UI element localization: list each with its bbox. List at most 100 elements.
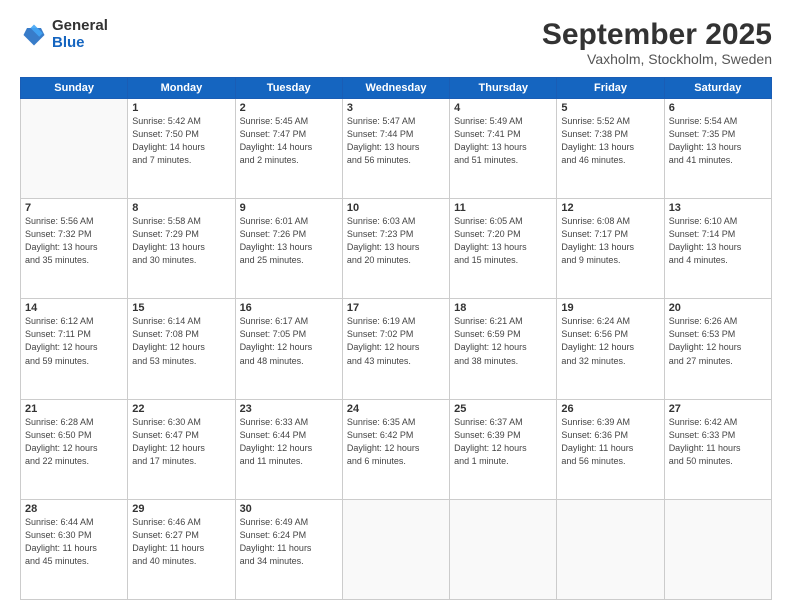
day-info: Sunrise: 6:10 AMSunset: 7:14 PMDaylight:… bbox=[669, 215, 767, 267]
day-number: 10 bbox=[347, 202, 445, 214]
title-block: September 2025 Vaxholm, Stockholm, Swede… bbox=[542, 18, 772, 67]
day-info: Sunrise: 6:26 AMSunset: 6:53 PMDaylight:… bbox=[669, 315, 767, 367]
day-info: Sunrise: 6:12 AMSunset: 7:11 PMDaylight:… bbox=[25, 315, 123, 367]
day-number: 13 bbox=[669, 202, 767, 214]
logo-blue: Blue bbox=[52, 35, 108, 52]
calendar-cell: 18Sunrise: 6:21 AMSunset: 6:59 PMDayligh… bbox=[450, 299, 557, 399]
calendar-cell: 23Sunrise: 6:33 AMSunset: 6:44 PMDayligh… bbox=[235, 399, 342, 499]
calendar-cell: 24Sunrise: 6:35 AMSunset: 6:42 PMDayligh… bbox=[342, 399, 449, 499]
calendar-cell: 4Sunrise: 5:49 AMSunset: 7:41 PMDaylight… bbox=[450, 99, 557, 199]
day-number: 21 bbox=[25, 403, 123, 415]
day-number: 4 bbox=[454, 102, 552, 114]
day-number: 18 bbox=[454, 302, 552, 314]
calendar-cell: 7Sunrise: 5:56 AMSunset: 7:32 PMDaylight… bbox=[21, 199, 128, 299]
calendar-week-5: 28Sunrise: 6:44 AMSunset: 6:30 PMDayligh… bbox=[21, 499, 772, 599]
calendar-cell: 13Sunrise: 6:10 AMSunset: 7:14 PMDayligh… bbox=[664, 199, 771, 299]
page: General Blue September 2025 Vaxholm, Sto… bbox=[0, 0, 792, 612]
day-info: Sunrise: 6:19 AMSunset: 7:02 PMDaylight:… bbox=[347, 315, 445, 367]
calendar-cell bbox=[21, 99, 128, 199]
logo-icon bbox=[20, 21, 48, 49]
day-info: Sunrise: 6:17 AMSunset: 7:05 PMDaylight:… bbox=[240, 315, 338, 367]
day-number: 27 bbox=[669, 403, 767, 415]
calendar-cell bbox=[664, 499, 771, 599]
day-number: 14 bbox=[25, 302, 123, 314]
day-info: Sunrise: 6:30 AMSunset: 6:47 PMDaylight:… bbox=[132, 416, 230, 468]
col-thursday: Thursday bbox=[450, 78, 557, 99]
calendar-cell: 3Sunrise: 5:47 AMSunset: 7:44 PMDaylight… bbox=[342, 99, 449, 199]
calendar-cell: 17Sunrise: 6:19 AMSunset: 7:02 PMDayligh… bbox=[342, 299, 449, 399]
day-number: 29 bbox=[132, 503, 230, 515]
day-info: Sunrise: 5:42 AMSunset: 7:50 PMDaylight:… bbox=[132, 115, 230, 167]
day-number: 7 bbox=[25, 202, 123, 214]
day-info: Sunrise: 6:42 AMSunset: 6:33 PMDaylight:… bbox=[669, 416, 767, 468]
day-number: 15 bbox=[132, 302, 230, 314]
day-info: Sunrise: 5:54 AMSunset: 7:35 PMDaylight:… bbox=[669, 115, 767, 167]
calendar-cell: 30Sunrise: 6:49 AMSunset: 6:24 PMDayligh… bbox=[235, 499, 342, 599]
day-info: Sunrise: 6:35 AMSunset: 6:42 PMDaylight:… bbox=[347, 416, 445, 468]
day-info: Sunrise: 6:01 AMSunset: 7:26 PMDaylight:… bbox=[240, 215, 338, 267]
col-monday: Monday bbox=[128, 78, 235, 99]
day-info: Sunrise: 6:49 AMSunset: 6:24 PMDaylight:… bbox=[240, 516, 338, 568]
day-number: 8 bbox=[132, 202, 230, 214]
col-wednesday: Wednesday bbox=[342, 78, 449, 99]
calendar-cell bbox=[342, 499, 449, 599]
calendar-cell: 9Sunrise: 6:01 AMSunset: 7:26 PMDaylight… bbox=[235, 199, 342, 299]
day-info: Sunrise: 6:44 AMSunset: 6:30 PMDaylight:… bbox=[25, 516, 123, 568]
calendar-header-row: Sunday Monday Tuesday Wednesday Thursday… bbox=[21, 78, 772, 99]
calendar-cell bbox=[450, 499, 557, 599]
day-number: 25 bbox=[454, 403, 552, 415]
calendar-cell: 5Sunrise: 5:52 AMSunset: 7:38 PMDaylight… bbox=[557, 99, 664, 199]
calendar-cell: 29Sunrise: 6:46 AMSunset: 6:27 PMDayligh… bbox=[128, 499, 235, 599]
calendar-cell: 25Sunrise: 6:37 AMSunset: 6:39 PMDayligh… bbox=[450, 399, 557, 499]
day-info: Sunrise: 5:52 AMSunset: 7:38 PMDaylight:… bbox=[561, 115, 659, 167]
day-info: Sunrise: 6:14 AMSunset: 7:08 PMDaylight:… bbox=[132, 315, 230, 367]
calendar-week-2: 7Sunrise: 5:56 AMSunset: 7:32 PMDaylight… bbox=[21, 199, 772, 299]
day-number: 3 bbox=[347, 102, 445, 114]
day-info: Sunrise: 5:49 AMSunset: 7:41 PMDaylight:… bbox=[454, 115, 552, 167]
day-number: 24 bbox=[347, 403, 445, 415]
day-number: 16 bbox=[240, 302, 338, 314]
calendar-week-1: 1Sunrise: 5:42 AMSunset: 7:50 PMDaylight… bbox=[21, 99, 772, 199]
calendar-cell: 12Sunrise: 6:08 AMSunset: 7:17 PMDayligh… bbox=[557, 199, 664, 299]
logo-general: General bbox=[52, 18, 108, 35]
day-number: 23 bbox=[240, 403, 338, 415]
day-number: 11 bbox=[454, 202, 552, 214]
col-saturday: Saturday bbox=[664, 78, 771, 99]
day-info: Sunrise: 5:47 AMSunset: 7:44 PMDaylight:… bbox=[347, 115, 445, 167]
day-info: Sunrise: 6:21 AMSunset: 6:59 PMDaylight:… bbox=[454, 315, 552, 367]
calendar-cell: 26Sunrise: 6:39 AMSunset: 6:36 PMDayligh… bbox=[557, 399, 664, 499]
day-number: 2 bbox=[240, 102, 338, 114]
day-number: 30 bbox=[240, 503, 338, 515]
calendar-cell: 21Sunrise: 6:28 AMSunset: 6:50 PMDayligh… bbox=[21, 399, 128, 499]
calendar-cell: 16Sunrise: 6:17 AMSunset: 7:05 PMDayligh… bbox=[235, 299, 342, 399]
header: General Blue September 2025 Vaxholm, Sto… bbox=[20, 18, 772, 67]
calendar-cell: 22Sunrise: 6:30 AMSunset: 6:47 PMDayligh… bbox=[128, 399, 235, 499]
calendar-cell: 10Sunrise: 6:03 AMSunset: 7:23 PMDayligh… bbox=[342, 199, 449, 299]
calendar-cell: 11Sunrise: 6:05 AMSunset: 7:20 PMDayligh… bbox=[450, 199, 557, 299]
title-month: September 2025 bbox=[542, 18, 772, 51]
day-info: Sunrise: 6:28 AMSunset: 6:50 PMDaylight:… bbox=[25, 416, 123, 468]
day-info: Sunrise: 5:56 AMSunset: 7:32 PMDaylight:… bbox=[25, 215, 123, 267]
calendar-cell: 8Sunrise: 5:58 AMSunset: 7:29 PMDaylight… bbox=[128, 199, 235, 299]
calendar-table: Sunday Monday Tuesday Wednesday Thursday… bbox=[20, 77, 772, 600]
col-tuesday: Tuesday bbox=[235, 78, 342, 99]
day-number: 17 bbox=[347, 302, 445, 314]
day-number: 5 bbox=[561, 102, 659, 114]
calendar-cell: 20Sunrise: 6:26 AMSunset: 6:53 PMDayligh… bbox=[664, 299, 771, 399]
calendar-cell: 14Sunrise: 6:12 AMSunset: 7:11 PMDayligh… bbox=[21, 299, 128, 399]
day-info: Sunrise: 5:45 AMSunset: 7:47 PMDaylight:… bbox=[240, 115, 338, 167]
day-info: Sunrise: 6:24 AMSunset: 6:56 PMDaylight:… bbox=[561, 315, 659, 367]
col-friday: Friday bbox=[557, 78, 664, 99]
day-info: Sunrise: 6:33 AMSunset: 6:44 PMDaylight:… bbox=[240, 416, 338, 468]
calendar-cell: 19Sunrise: 6:24 AMSunset: 6:56 PMDayligh… bbox=[557, 299, 664, 399]
title-location: Vaxholm, Stockholm, Sweden bbox=[542, 51, 772, 67]
calendar-cell: 2Sunrise: 5:45 AMSunset: 7:47 PMDaylight… bbox=[235, 99, 342, 199]
day-number: 1 bbox=[132, 102, 230, 114]
calendar-cell: 6Sunrise: 5:54 AMSunset: 7:35 PMDaylight… bbox=[664, 99, 771, 199]
calendar-cell: 28Sunrise: 6:44 AMSunset: 6:30 PMDayligh… bbox=[21, 499, 128, 599]
day-number: 12 bbox=[561, 202, 659, 214]
logo-text: General Blue bbox=[52, 18, 108, 51]
day-number: 6 bbox=[669, 102, 767, 114]
calendar-week-3: 14Sunrise: 6:12 AMSunset: 7:11 PMDayligh… bbox=[21, 299, 772, 399]
day-info: Sunrise: 6:05 AMSunset: 7:20 PMDaylight:… bbox=[454, 215, 552, 267]
